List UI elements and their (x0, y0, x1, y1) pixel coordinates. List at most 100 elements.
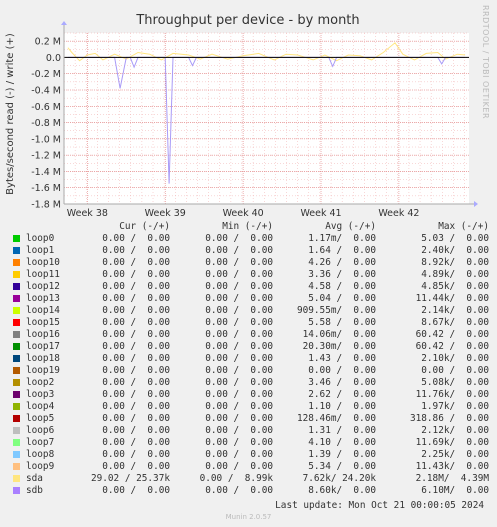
legend-swatch (13, 235, 20, 242)
legend-avg: 4.58 / 0.00 (308, 281, 376, 292)
legend-max: 11.69k/ 0.00 (415, 437, 489, 448)
legend-min: 0.00 / 0.00 (205, 305, 273, 316)
x-tick-label: Week 39 (145, 208, 186, 219)
legend-min: 0.00 / 0.00 (205, 485, 273, 496)
legend-row-loop11: loop11 0.00 / 0.00 0.00 / 0.00 3.36 / 0.00 4… (0, 269, 497, 281)
legend-row-loop7: loop7 0.00 / 0.00 0.00 / 0.00 4.10 / 0.00 11… (0, 437, 497, 449)
legend-cur: 0.00 / 0.00 (102, 449, 170, 460)
legend-avg: 909.55m/ 0.00 (296, 305, 376, 316)
legend-name: loop4 (26, 401, 55, 412)
legend-row-loop3: loop3 0.00 / 0.00 0.00 / 0.00 2.62 / 0.00 11… (0, 389, 497, 401)
y-tick-label: -1.2 M (31, 151, 61, 162)
legend-swatch (13, 487, 20, 494)
legend-max: 11.43k/ 0.00 (415, 461, 489, 472)
legend-name: loop1 (26, 245, 55, 256)
x-tick-label: Week 38 (67, 208, 108, 219)
legend-name: loop2 (26, 377, 55, 388)
y-tick-label: -0.4 M (31, 86, 61, 97)
legend-row-loop16: loop16 0.00 / 0.00 0.00 / 0.00 14.06m/ 0.00… (0, 329, 497, 341)
legend-swatch (13, 403, 20, 410)
legend-row-loop12: loop12 0.00 / 0.00 0.00 / 0.00 4.58 / 0.00 4… (0, 281, 497, 293)
legend-min: 0.00 / 0.00 (205, 353, 273, 364)
legend-max: 2.18M/ 4.39M (415, 473, 489, 484)
legend-row-loop18: loop18 0.00 / 0.00 0.00 / 0.00 1.43 / 0.00 2… (0, 353, 497, 365)
legend: Cur (-/+) Min (-/+) Avg (-/+) Max (-/+) … (0, 221, 497, 497)
legend-min: 0.00 / 0.00 (205, 389, 273, 400)
legend-avg: 5.58 / 0.00 (308, 317, 376, 328)
legend-min: 0.00 / 0.00 (205, 269, 273, 280)
legend-name: loop5 (26, 413, 55, 424)
legend-cur: 0.00 / 0.00 (102, 353, 170, 364)
legend-avg: 20.30m/ 0.00 (302, 341, 376, 352)
legend-name: loop13 (26, 293, 60, 304)
last-update: Last update: Mon Oct 21 00:00:05 2024 (275, 500, 484, 511)
legend-swatch (13, 427, 20, 434)
legend-min: 0.00 / 0.00 (205, 377, 273, 388)
legend-cur: 0.00 / 0.00 (102, 425, 170, 436)
y-tick-label: -1.0 M (31, 134, 61, 145)
legend-name: loop14 (26, 305, 60, 316)
legend-name: loop9 (26, 461, 55, 472)
legend-min: 0.00 / 0.00 (205, 413, 273, 424)
legend-max: 2.10k/ 0.00 (421, 353, 489, 364)
legend-avg: 0.00 / 0.00 (308, 365, 376, 376)
legend-min: 0.00 / 0.00 (205, 341, 273, 352)
legend-swatch (13, 259, 20, 266)
legend-swatch (13, 295, 20, 302)
legend-cur: 0.00 / 0.00 (102, 281, 170, 292)
y-axis-label: Bytes/second read (-) / write (+) (5, 33, 16, 195)
legend-cur: 29.02 / 25.37k (90, 473, 170, 484)
legend-max: 60.42 / 0.00 (415, 341, 489, 352)
legend-cur: 0.00 / 0.00 (102, 485, 170, 496)
legend-name: loop19 (26, 365, 60, 376)
legend-max: 2.12k/ 0.00 (421, 425, 489, 436)
legend-min: 0.00 / 0.00 (205, 281, 273, 292)
legend-cur: 0.00 / 0.00 (102, 365, 170, 376)
legend-row-loop4: loop4 0.00 / 0.00 0.00 / 0.00 1.10 / 0.00 1.… (0, 401, 497, 413)
legend-max: 8.67k/ 0.00 (421, 317, 489, 328)
legend-name: loop12 (26, 281, 60, 292)
legend-rows: loop0 0.00 / 0.00 0.00 / 0.00 1.17m/ 0.00 5.… (0, 233, 497, 497)
legend-row-loop2: loop2 0.00 / 0.00 0.00 / 0.00 3.46 / 0.00 5.… (0, 377, 497, 389)
legend-swatch (13, 247, 20, 254)
chart: 0.2 M 0.0 -0.2 M -0.4 M -0.6 M -0.8 M -1.0 M -1… (0, 0, 497, 221)
legend-min: 0.00 / 0.00 (205, 329, 273, 340)
legend-min: 0.00 / 0.00 (205, 257, 273, 268)
legend-row-loop8: loop8 0.00 / 0.00 0.00 / 0.00 1.39 / 0.00 2.… (0, 449, 497, 461)
legend-avg: 1.39 / 0.00 (308, 449, 376, 460)
y-tick-label: 0.0 (46, 53, 61, 64)
x-tick-label: Week 40 (223, 208, 264, 219)
legend-swatch (13, 319, 20, 326)
legend-cur: 0.00 / 0.00 (102, 401, 170, 412)
legend-cur: 0.00 / 0.00 (102, 461, 170, 472)
y-tick-label: 0.2 M (35, 37, 61, 48)
legend-min: 0.00 / 0.00 (205, 437, 273, 448)
legend-swatch (13, 391, 20, 398)
legend-name: sda (26, 473, 43, 484)
legend-cur: 0.00 / 0.00 (102, 269, 170, 280)
legend-name: loop18 (26, 353, 60, 364)
legend-swatch (13, 451, 20, 458)
legend-avg: 1.17m/ 0.00 (308, 233, 376, 244)
legend-min: 0.00 / 0.00 (205, 317, 273, 328)
legend-swatch (13, 475, 20, 482)
legend-min: 0.00 / 0.00 (205, 245, 273, 256)
legend-cur: 0.00 / 0.00 (102, 329, 170, 340)
legend-row-loop10: loop10 0.00 / 0.00 0.00 / 0.00 4.26 / 0.00 8… (0, 257, 497, 269)
y-tick-label: -0.2 M (31, 69, 61, 80)
legend-avg: 4.10 / 0.00 (308, 437, 376, 448)
legend-avg: 1.10 / 0.00 (308, 401, 376, 412)
legend-max: 2.25k/ 0.00 (421, 449, 489, 460)
legend-cur: 0.00 / 0.00 (102, 245, 170, 256)
legend-min: 0.00 / 0.00 (205, 449, 273, 460)
legend-avg: 14.06m/ 0.00 (302, 329, 376, 340)
legend-row-loop5: loop5 0.00 / 0.00 0.00 / 0.00 128.46m/ 0.00… (0, 413, 497, 425)
legend-max: 1.97k/ 0.00 (421, 401, 489, 412)
legend-cur: 0.00 / 0.00 (102, 413, 170, 424)
legend-avg: 5.04 / 0.00 (308, 293, 376, 304)
legend-row-sda: sda 29.02 / 25.37k 0.00 / 8.99k 7.62k/ 24.2… (0, 473, 497, 485)
legend-max: 5.08k/ 0.00 (421, 377, 489, 388)
legend-min: 0.00 / 0.00 (205, 365, 273, 376)
legend-avg: 3.36 / 0.00 (308, 269, 376, 280)
legend-max: 0.00 / 0.00 (421, 365, 489, 376)
